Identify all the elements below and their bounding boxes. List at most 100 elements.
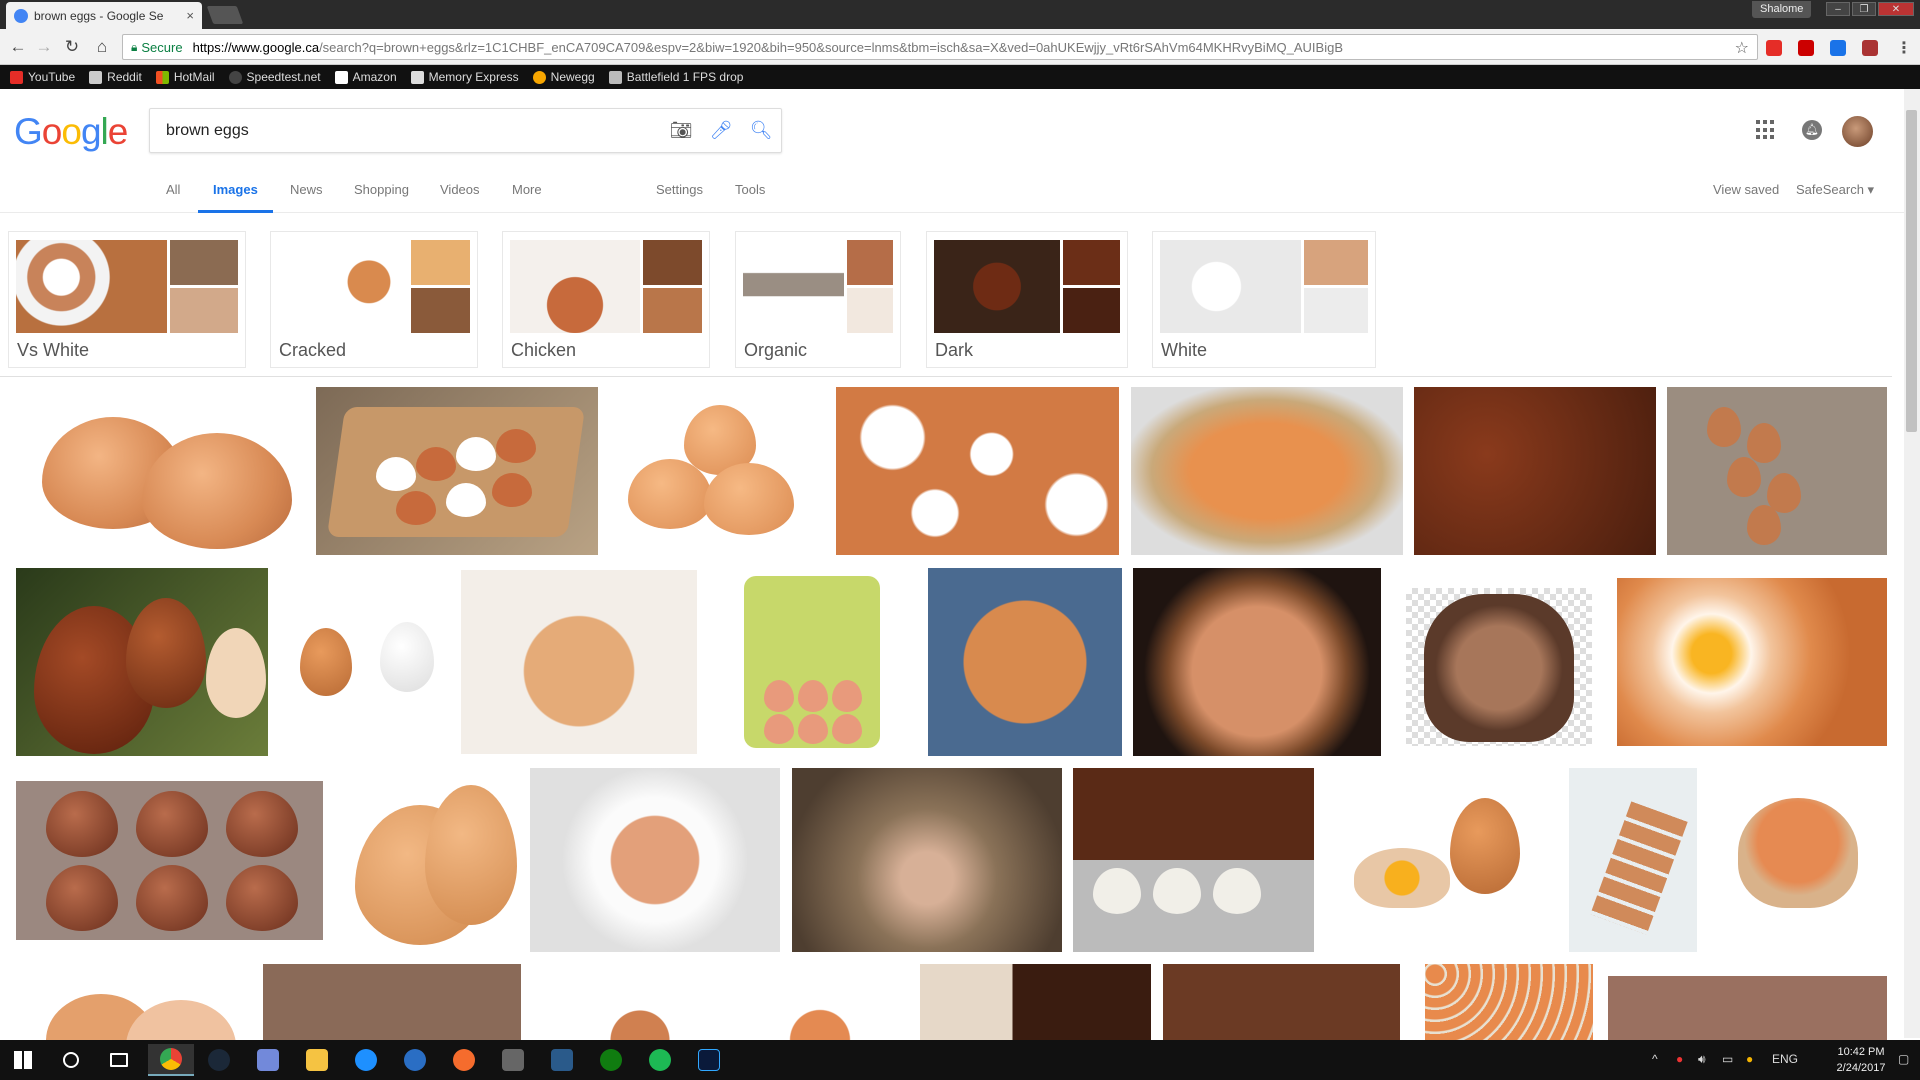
image-result[interactable] — [1414, 387, 1656, 555]
task-view-button[interactable] — [96, 1044, 142, 1076]
taskbar-app[interactable] — [539, 1044, 585, 1076]
taskbar-origin[interactable] — [441, 1044, 487, 1076]
language-indicator[interactable]: ENG — [1772, 1052, 1798, 1066]
taskbar-file-explorer[interactable] — [294, 1044, 340, 1076]
taskbar-app[interactable] — [343, 1044, 389, 1076]
image-result[interactable] — [836, 387, 1119, 555]
search-input[interactable]: brown eggs — [166, 122, 661, 140]
bookmark-newegg[interactable]: Newegg — [532, 70, 595, 84]
search-box[interactable]: brown eggs 📷︎ 🎤︎ 🔍︎ — [149, 108, 782, 153]
bookmark-reddit[interactable]: Reddit — [89, 70, 142, 84]
tray-app-icon[interactable]: ● — [1676, 1052, 1683, 1066]
bookmark-hotmail[interactable]: HotMail — [155, 70, 215, 84]
image-result[interactable] — [580, 964, 700, 1040]
image-result[interactable] — [16, 964, 246, 1040]
network-icon[interactable]: ▭ — [1722, 1052, 1733, 1066]
image-result[interactable] — [316, 387, 598, 555]
image-result[interactable] — [16, 568, 268, 756]
home-icon[interactable]: ⌂ — [92, 38, 112, 56]
image-result[interactable] — [1667, 387, 1887, 555]
image-result[interactable] — [1708, 768, 1887, 952]
image-result[interactable] — [920, 964, 1151, 1040]
image-result[interactable] — [282, 568, 440, 756]
start-button[interactable] — [0, 1044, 46, 1076]
bookmark-youtube[interactable]: YouTube — [10, 70, 75, 84]
maximize-button[interactable]: ❐ — [1852, 2, 1876, 16]
image-result[interactable] — [1406, 588, 1592, 746]
extension-icon[interactable] — [1830, 40, 1846, 56]
chrome-menu-icon[interactable]: ⋮ — [1896, 38, 1912, 58]
image-result[interactable] — [740, 572, 884, 752]
tab-settings[interactable]: Settings — [656, 175, 703, 213]
profile-name[interactable]: Shalome — [1752, 1, 1812, 18]
view-saved-link[interactable]: View saved — [1713, 175, 1779, 205]
microphone-icon[interactable]: 🎤︎ — [701, 120, 741, 141]
image-result[interactable] — [612, 387, 826, 555]
google-apps-icon[interactable] — [1756, 120, 1776, 140]
tab-tools[interactable]: Tools — [735, 175, 765, 213]
camera-icon[interactable]: 📷︎ — [661, 120, 701, 141]
volume-icon[interactable]: 🔊︎ — [1698, 1052, 1706, 1067]
forward-icon[interactable]: → — [34, 38, 54, 56]
image-result[interactable] — [461, 570, 697, 754]
address-bar[interactable]: 🔒︎ Secure https://www.google.ca /search?… — [122, 34, 1758, 60]
image-result[interactable] — [1569, 768, 1697, 952]
related-chip-dark[interactable]: Dark — [926, 231, 1128, 368]
image-result[interactable] — [1608, 976, 1887, 1040]
clock[interactable]: 10:42 PM 2/24/2017 — [1826, 1044, 1896, 1076]
taskbar-spotify[interactable] — [637, 1044, 683, 1076]
new-tab-button[interactable] — [206, 6, 244, 24]
related-chip-vs-white[interactable]: Vs White — [8, 231, 246, 368]
image-result[interactable] — [730, 964, 910, 1040]
notifications-icon[interactable]: 🔔︎ — [1802, 120, 1822, 140]
related-chip-cracked[interactable]: Cracked — [270, 231, 478, 368]
related-chip-organic[interactable]: Organic — [735, 231, 901, 368]
bookmark-amazon[interactable]: Amazon — [334, 70, 397, 84]
image-result[interactable] — [10, 387, 300, 555]
avatar[interactable] — [1842, 116, 1873, 147]
image-result[interactable] — [16, 781, 323, 940]
taskbar-photoshop[interactable] — [686, 1044, 732, 1076]
taskbar-app[interactable] — [392, 1044, 438, 1076]
bookmark-speedtest[interactable]: Speedtest.net — [228, 70, 321, 84]
taskbar-xbox[interactable] — [588, 1044, 634, 1076]
tab-more[interactable]: More — [512, 175, 542, 213]
bookmark-star-icon[interactable]: ☆ — [1735, 38, 1749, 58]
search-icon[interactable]: 🔍︎ — [741, 120, 781, 141]
image-result[interactable] — [1073, 768, 1314, 952]
image-result[interactable] — [530, 768, 780, 952]
related-chip-chicken[interactable]: Chicken — [502, 231, 710, 368]
image-result[interactable] — [335, 775, 519, 952]
image-result[interactable] — [792, 768, 1062, 952]
google-logo[interactable]: Google — [14, 111, 128, 153]
tab-images[interactable]: Images — [198, 175, 273, 213]
taskbar-discord[interactable] — [245, 1044, 291, 1076]
taskbar-app[interactable] — [490, 1044, 536, 1076]
image-result[interactable] — [1133, 568, 1381, 756]
adblock-plus-icon[interactable] — [1798, 40, 1814, 56]
browser-tab[interactable]: brown eggs - Google Se × — [6, 2, 202, 29]
cortana-button[interactable] — [48, 1044, 94, 1076]
back-icon[interactable]: ← — [8, 38, 28, 56]
image-result[interactable] — [928, 568, 1122, 756]
bookmark-battlefield[interactable]: Battlefield 1 FPS drop — [608, 70, 743, 84]
close-tab-icon[interactable]: × — [186, 8, 194, 23]
image-result[interactable] — [1617, 578, 1887, 746]
image-result[interactable] — [1330, 768, 1560, 952]
safesearch-dropdown[interactable]: SafeSearch ▾ — [1796, 175, 1874, 205]
action-center-icon[interactable]: ▢ — [1898, 1052, 1909, 1066]
extension-icon[interactable] — [1766, 40, 1782, 56]
tab-shopping[interactable]: Shopping — [354, 175, 409, 213]
taskbar-chrome[interactable] — [148, 1044, 194, 1076]
reload-icon[interactable]: ↻ — [62, 38, 82, 56]
taskbar-steam[interactable] — [196, 1044, 242, 1076]
tray-app-icon[interactable]: ● — [1746, 1052, 1753, 1066]
image-result[interactable] — [263, 964, 521, 1040]
tab-news[interactable]: News — [290, 175, 323, 213]
show-hidden-icons[interactable]: ^ — [1652, 1052, 1658, 1066]
image-result[interactable] — [1163, 964, 1400, 1040]
related-chip-white[interactable]: White — [1152, 231, 1376, 368]
tab-all[interactable]: All — [166, 175, 180, 213]
close-window-button[interactable]: ✕ — [1878, 2, 1914, 16]
bookmark-memory-express[interactable]: Memory Express — [410, 70, 519, 84]
